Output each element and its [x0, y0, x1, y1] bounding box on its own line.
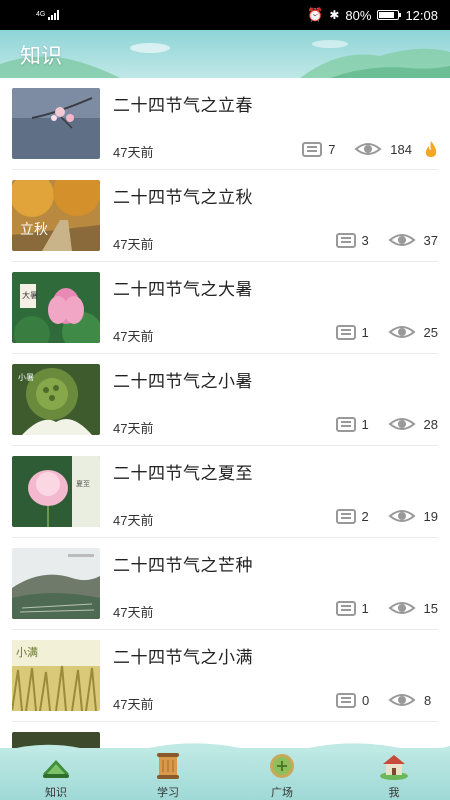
list-item[interactable]: 小暑 二十四节气之小暑 47天前 1 28 [12, 354, 438, 446]
signal-group: 4G [36, 10, 60, 20]
article-stats: 1 25 [335, 324, 438, 340]
list-item[interactable]: 小满 二十四节气之小满 47天前 0 8 [12, 630, 438, 722]
tab-label: 学习 [157, 787, 179, 799]
comment-icon [302, 141, 323, 157]
article-date: 47天前 [113, 605, 154, 620]
comment-icon [335, 232, 356, 248]
comment-icon [336, 692, 356, 708]
thumbnail-caption: 小满 [16, 646, 38, 659]
comment-count: 1 [361, 600, 369, 616]
thumbnail-caption: 夏至 [76, 480, 90, 488]
comment-icon [335, 600, 356, 616]
list-item[interactable]: 二十四节气之立春 47天前 7 184 [12, 78, 438, 170]
page-title: 知识 [20, 45, 62, 68]
article-stats: 7 184 [302, 140, 438, 158]
article-title: 二十四节气之大暑 [113, 280, 253, 299]
knowledge-icon [43, 760, 69, 778]
comment-icon [335, 416, 356, 432]
bluetooth-icon: ✱ [329, 8, 340, 22]
tab-knowledge[interactable]: 知识 [0, 748, 112, 800]
article-title: 二十四节气之立秋 [113, 188, 253, 207]
article-title: 二十四节气之小满 [113, 648, 253, 667]
tab-label: 知识 [45, 787, 67, 799]
article-stats: 2 19 [335, 508, 438, 524]
tab-label: 我 [388, 787, 400, 799]
comment-count: 1 [361, 416, 369, 432]
network-type: 4G [36, 11, 46, 18]
clock: 12:08 [405, 7, 438, 23]
thumbnail-caption: 大暑 [22, 290, 38, 300]
thumbnail-image: 小满 [12, 640, 100, 711]
thumbnail-image: 夏至 [12, 456, 100, 527]
fire-icon [425, 141, 437, 157]
comment-icon [335, 508, 356, 524]
comment-count: 7 [328, 141, 336, 157]
thumbnail-caption: 小暑 [18, 373, 34, 382]
comment-count: 0 [362, 692, 370, 708]
tab-label: 广场 [271, 787, 293, 799]
eye-icon [387, 602, 416, 614]
list-item[interactable]: 立秋 二十四节气之立秋 47天前 3 37 [12, 170, 438, 262]
article-title: 二十四节气之夏至 [113, 464, 253, 483]
thumbnail-image: 小暑 [12, 364, 100, 435]
eye-icon [388, 694, 416, 706]
house-icon [380, 755, 408, 780]
article-date: 47天前 [113, 145, 154, 160]
thumbnail-image [12, 88, 100, 159]
tab-plaza[interactable]: 广场 [226, 748, 338, 800]
eye-icon [354, 143, 382, 155]
view-count: 8 [424, 692, 432, 708]
view-count: 28 [423, 416, 438, 432]
eye-icon [387, 326, 416, 338]
view-count: 19 [423, 508, 438, 524]
eye-icon [387, 418, 416, 430]
battery-percent: 80% [345, 7, 372, 23]
article-stats: 1 15 [335, 600, 438, 616]
view-count: 37 [423, 232, 438, 248]
signal-icon [48, 10, 60, 20]
article-date: 47天前 [113, 421, 154, 436]
tab-me[interactable]: 我 [338, 748, 450, 800]
status-bar: 4G ⏰ ✱ 80% 12:08 [0, 0, 450, 30]
article-title: 二十四节气之立春 [113, 96, 253, 115]
eye-icon [387, 234, 416, 246]
thumbnail-image: 立秋 [12, 180, 100, 251]
article-date: 47天前 [113, 329, 154, 344]
eye-icon [387, 510, 416, 522]
article-title: 二十四节气之芒种 [113, 556, 253, 575]
article-stats: 3 37 [335, 232, 438, 248]
view-count: 25 [423, 324, 438, 340]
thumbnail-image [12, 548, 100, 619]
article-stats: 0 8 [336, 692, 438, 708]
thumbnail-caption: 立秋 [20, 222, 48, 238]
article-date: 47天前 [113, 237, 154, 252]
article-list[interactable]: 二十四节气之立春 47天前 7 184 立秋 二十四节气之立秋 47天前 3 3… [0, 78, 450, 748]
view-count: 184 [390, 141, 412, 157]
comment-count: 3 [361, 232, 369, 248]
article-title: 二十四节气之小暑 [113, 372, 253, 391]
status-right: ⏰ ✱ 80% 12:08 [307, 7, 438, 23]
alarm-icon: ⏰ [307, 7, 324, 22]
scroll-icon [157, 753, 179, 779]
comment-count: 2 [361, 508, 369, 524]
plaza-icon [270, 754, 294, 778]
header: 知识 [0, 30, 450, 78]
article-date: 47天前 [113, 697, 154, 712]
list-item[interactable]: 大暑 二十四节气之大暑 47天前 1 25 [12, 262, 438, 354]
article-date: 47天前 [113, 513, 154, 528]
view-count: 15 [423, 600, 438, 616]
article-stats: 1 28 [335, 416, 438, 432]
battery-icon [377, 10, 402, 20]
tab-study[interactable]: 学习 [112, 748, 224, 800]
comment-icon [335, 324, 356, 340]
list-item[interactable]: 二十四节气之芒种 47天前 1 15 [12, 538, 438, 630]
thumbnail-image: 大暑 [12, 272, 100, 343]
bottom-tab-bar: 知识 学习 广场 我 [0, 743, 450, 800]
list-item[interactable]: 夏至 二十四节气之夏至 47天前 2 19 [12, 446, 438, 538]
comment-count: 1 [361, 324, 369, 340]
hills-decoration [0, 40, 450, 78]
